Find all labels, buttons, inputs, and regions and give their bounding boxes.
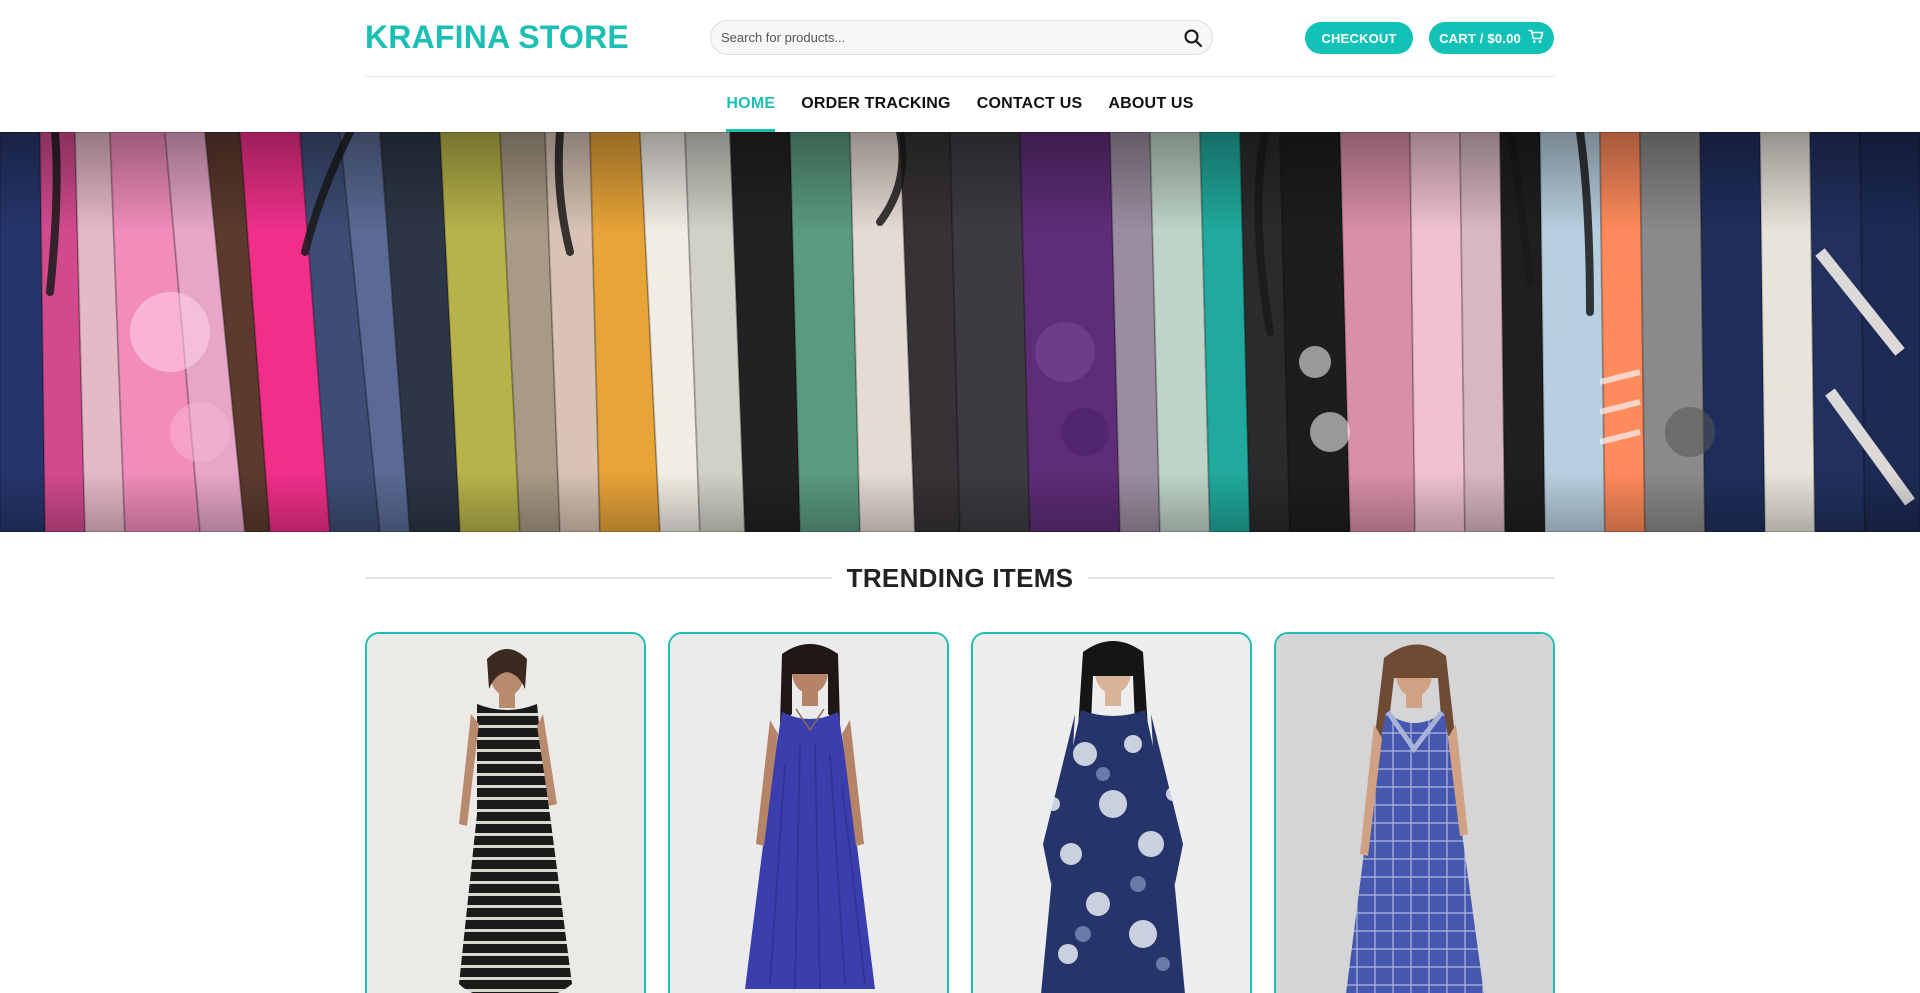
cart-icon [1528, 29, 1544, 47]
product-card[interactable] [668, 632, 949, 993]
section-title: TRENDING ITEMS [846, 562, 1074, 593]
product-card[interactable] [971, 632, 1252, 993]
site-header: KRAFINA STORE CHECKOUT CART / $0.00 [365, 0, 1555, 76]
search-bar [710, 20, 1213, 55]
nav-item-contact-us[interactable]: CONTACT US [964, 77, 1096, 132]
cart-button-label: CART / $0.00 [1439, 30, 1521, 46]
product-image [670, 634, 947, 993]
product-card[interactable] [1274, 632, 1555, 993]
search-icon[interactable] [1182, 27, 1204, 49]
product-card[interactable] [365, 632, 646, 993]
site-logo[interactable]: KRAFINA STORE [365, 19, 629, 56]
checkout-button-label: CHECKOUT [1321, 30, 1397, 46]
main-nav: HOME ORDER TRACKING CONTACT US ABOUT US [0, 77, 1920, 132]
title-divider-left [365, 577, 832, 579]
title-divider-right [1088, 577, 1555, 579]
search-input[interactable] [721, 21, 1161, 54]
hero-banner-image [0, 132, 1920, 532]
product-image [367, 634, 644, 993]
checkout-button[interactable]: CHECKOUT [1305, 22, 1413, 54]
product-grid [365, 632, 1555, 993]
trending-section-header: TRENDING ITEMS [365, 558, 1555, 598]
product-image [1276, 634, 1553, 993]
nav-item-about-us[interactable]: ABOUT US [1095, 77, 1206, 132]
product-image [973, 634, 1250, 993]
nav-item-home[interactable]: HOME [713, 77, 788, 132]
nav-item-order-tracking[interactable]: ORDER TRACKING [788, 77, 963, 132]
cart-button[interactable]: CART / $0.00 [1429, 22, 1554, 54]
